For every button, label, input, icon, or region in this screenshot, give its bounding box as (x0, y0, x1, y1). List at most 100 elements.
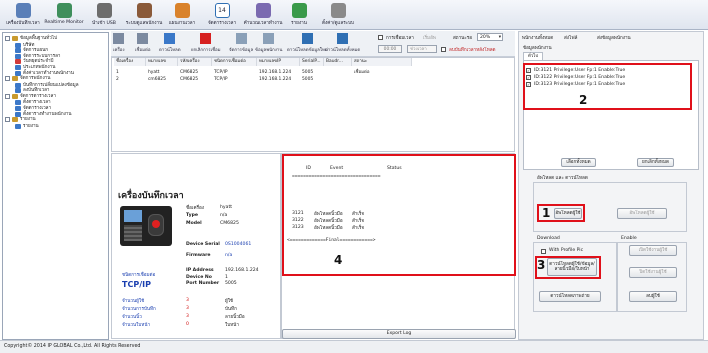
enable-user-button[interactable]: เปิดใช้งานผู้ใช้ (629, 245, 677, 256)
select-all-button[interactable]: เลือกทั้งหมด (561, 158, 596, 167)
delete-after-load-label: ลบบันทึกเวลาหลังโหลด (449, 48, 496, 53)
toolbar-button-7[interactable]: รายงาน (283, 1, 315, 29)
toolbar-button-6[interactable]: คำนวณเวลาทำงาน (243, 1, 283, 29)
right-tab-0[interactable]: พนักงานทั้งหมด (522, 35, 553, 42)
column-header-3[interactable]: ชนิดการเชื่อมต่อ (212, 58, 257, 66)
expand-icon[interactable] (5, 76, 10, 82)
toolbar-button-8[interactable]: ตั้งค่า/ดูแลระบบ (318, 1, 358, 29)
expand-icon[interactable] (5, 93, 10, 99)
table-cell: TCP/IP (214, 70, 228, 75)
toolbar-icon-3 (136, 3, 152, 18)
tree-item-label: รายงาน (23, 123, 39, 129)
column-header-2[interactable]: รหัสเครื่อง (178, 58, 212, 66)
delete-user-button[interactable]: ลบผู้ใช้ (629, 291, 677, 302)
realtime-checkbox[interactable] (378, 35, 383, 40)
device-tool-icon-6 (301, 33, 313, 44)
toolbar-label-5: จัดตารางเวลา (207, 21, 237, 26)
column-header-5[interactable]: SerialP... (300, 58, 324, 66)
device-tool-button-4[interactable]: จัดการข้อมูล (229, 33, 253, 53)
log-row: 3121 อัพโหลดนิ้วมือ สำเร็จ (282, 211, 512, 218)
device-detail-panel: เครื่องบันทึกเวลา ชื่อเครื่อง hyatt Type n/… (111, 153, 281, 339)
percent-select[interactable]: 20% ▾ (477, 33, 503, 41)
toolbar-button-1[interactable]: Realtime Monitor (44, 1, 84, 29)
toolbar-label-0: เครื่องบันทึกเวลา (6, 21, 40, 26)
device-tool-button-6[interactable]: ดาวน์โหลดข้อมูลใหม่ (287, 33, 328, 53)
folder-icon (15, 123, 21, 129)
device-tool-button-5[interactable]: ข้อมูลพนักงาน (255, 33, 282, 53)
column-header-0[interactable]: ชื่อเครื่อง (114, 58, 146, 66)
toolbar-button-2[interactable]: นำเข้า USB (86, 1, 122, 29)
device-tool-label-0: เครื่อง (113, 48, 125, 53)
profile-pic-checkbox[interactable] (541, 249, 546, 254)
time-input[interactable]: 00:00 (378, 45, 402, 53)
user-checkbox-label: ID:3122 Privilege:User Fp:1 Enable:True (534, 75, 626, 80)
annotation-2: 2 (579, 93, 588, 107)
export-log-button[interactable]: Export Log (282, 329, 516, 339)
upload-user-button-2[interactable]: อัพโหลดผู้ใช้ (617, 208, 667, 219)
toolbar-button-4[interactable]: แผนงานเวลา (164, 1, 200, 29)
right-tab-1[interactable]: ส่งไฟล์ (564, 35, 577, 42)
time-range-input[interactable]: ช่วงเวลา (407, 45, 437, 53)
log-header-id: ID (306, 166, 311, 171)
log-event: อัพโหลดนิ้วมือ (314, 219, 343, 224)
column-header-1[interactable]: หมายเลข (146, 58, 178, 66)
toolbar-label-2: นำเข้า USB (92, 21, 116, 26)
disable-user-button[interactable]: ปิดใช้งานผู้ใช้ (629, 267, 677, 278)
table-row[interactable]: 1 hyatt CM6825 TCP/IP 192.168.1.224 5005 เชื่อ… (112, 69, 512, 76)
chevron-down-icon: ▾ (498, 35, 501, 40)
download-photo-button[interactable]: ดาวน์โหลดภาพถ่าย (539, 291, 601, 302)
toolbar-button-0[interactable]: เครื่องบันทึกเวลา (3, 1, 43, 29)
toolbar-icon-0 (15, 3, 31, 18)
delete-after-load-checkbox[interactable] (441, 47, 446, 52)
expand-icon[interactable] (5, 36, 10, 41)
log-status: สำเร็จ (352, 226, 365, 231)
user-checkbox[interactable]: ✓ (526, 75, 531, 80)
stat-label: จำนวนใบหน้า (122, 323, 151, 328)
stat-label: จำนวนผู้ใช้ (122, 299, 145, 304)
device-tool-button-2[interactable]: ดาวน์โหลด (159, 33, 181, 53)
stat-count: 3 (186, 306, 189, 311)
device-tool-button-1[interactable]: เชื่อมต่อ (135, 33, 151, 53)
table-cell: cm6825 (148, 77, 166, 82)
device-tool-label-7: ดาวน์โหลดทั้งหมด (325, 48, 361, 53)
toolbar-button-5[interactable]: 14 จัดตารางเวลา (203, 1, 241, 29)
network-key: Port Number (186, 281, 220, 286)
device-tool-label-2: ดาวน์โหลด (159, 48, 181, 53)
device-tool-label-4: จัดการข้อมูล (229, 48, 254, 53)
table-row[interactable]: 2 cm6825 CM6825 TCP/IP 192.168.1.224 5005 (112, 76, 512, 83)
log-row: 3123 อัพโหลดนิ้วมือ สำเร็จ (282, 225, 512, 232)
log-event: อัพโหลดนิ้วมือ (314, 226, 343, 231)
tab-general[interactable]: ทั่วไป (523, 52, 543, 60)
detail-value: n/a (220, 213, 228, 218)
network-value: 5005 (225, 281, 237, 286)
toolbar-button-3[interactable]: ระบบดูแลพนักงาน (126, 1, 162, 29)
upload-user-button[interactable]: อัพโหลดผู้ใช้ (554, 208, 582, 219)
column-header-7[interactable]: สถานะ (352, 58, 412, 66)
deselect-all-button[interactable]: ยกเลิกทั้งหมด (637, 158, 674, 167)
device-tool-label-6: ดาวน์โหลดข้อมูลใหม่ (287, 48, 328, 53)
stat-unit: ลายนิ้วมือ (225, 315, 245, 320)
column-header-6[interactable]: Baudr... (324, 58, 352, 66)
folder-icon (12, 36, 18, 41)
user-checkbox[interactable]: ✓ (526, 68, 531, 73)
log-id: 3122 (292, 218, 304, 223)
detail-value: hyatt (220, 205, 233, 210)
tree-item-15[interactable]: รายงาน (15, 123, 39, 130)
network-value: 192.168.1.224 (225, 268, 259, 273)
calendar-icon: 14 (214, 3, 230, 18)
toolbar-icon-1 (56, 3, 72, 18)
device-detail-title: เครื่องบันทึกเวลา (118, 191, 184, 201)
device-tool-label-5: ข้อมูลพนักงาน (255, 48, 283, 53)
device-tool-button-0[interactable]: เครื่อง (113, 33, 125, 53)
device-tool-button-7[interactable]: ดาวน์โหลดทั้งหมด (325, 33, 360, 53)
device-tool-button-3[interactable]: ยกเลิกการเชื่อม (191, 33, 221, 53)
toolbar-label-6: คำนวณเวลาทำงาน (243, 21, 283, 26)
column-header-4[interactable]: หมายเลขIP (257, 58, 300, 66)
stat-unit: ผู้ใช้ (225, 299, 234, 304)
right-tab-2[interactable]: ส่งข้อมูลพนักงาน (597, 35, 631, 42)
percent-value: 20% (480, 35, 491, 40)
expand-icon[interactable] (5, 117, 10, 123)
user-checkbox-label: ID:3121 Privilege:User Fp:1 Enable:True (534, 68, 626, 73)
download-user-button[interactable]: ดาวน์โหลดผู้ใช้/ข้อมูล/ลายนิ้วมือ/ใบหน้า (547, 258, 597, 276)
user-checkbox[interactable]: ✓ (526, 82, 531, 87)
